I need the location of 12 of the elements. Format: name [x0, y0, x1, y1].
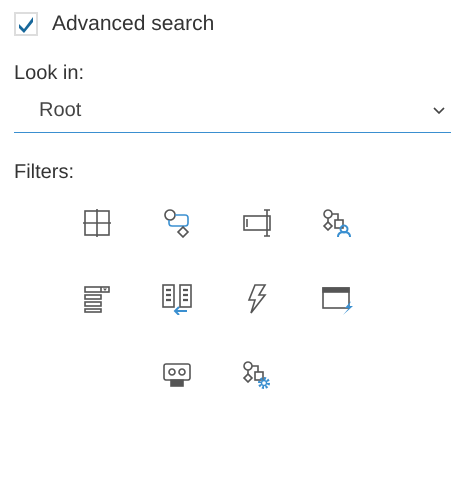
workflow-user-icon [321, 207, 353, 239]
transfer-icon [161, 283, 193, 315]
filters-label: Filters: [14, 161, 75, 184]
field-icon [241, 207, 273, 239]
checkbox-label: Advanced search [52, 12, 214, 36]
grid-icon [81, 207, 113, 239]
dropdown-list-icon [81, 283, 113, 315]
look-in-dropdown[interactable]: Root [14, 99, 451, 133]
checkbox[interactable] [14, 12, 38, 36]
look-in-label: Look in: [14, 62, 86, 85]
workflow-gear-icon [241, 359, 273, 391]
chevron-down-icon [433, 106, 445, 114]
